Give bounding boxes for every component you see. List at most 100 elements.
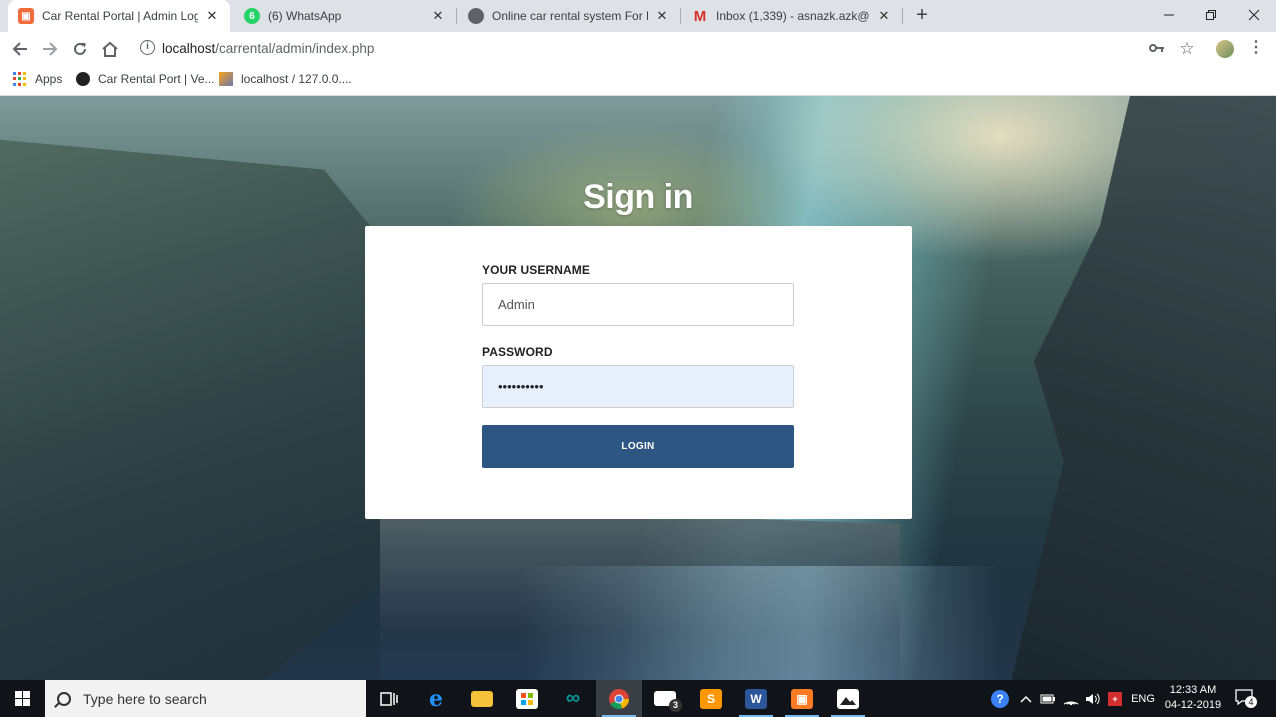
- bookmark-label: localhost / 127.0.0....: [241, 72, 352, 86]
- tab-separator: [902, 8, 903, 24]
- windows-taskbar: Type here to search e ∞ 3 S W ▣ ? + ENG …: [0, 680, 1276, 717]
- xampp-icon: ▣: [791, 688, 813, 709]
- url-text: localhost/carrental/admin/index.php: [162, 41, 374, 56]
- taskbar-photos[interactable]: [825, 680, 871, 717]
- store-bag-icon: [516, 688, 538, 709]
- minimize-icon: [1163, 14, 1174, 16]
- taskbar-clock[interactable]: 12:33 AM 04-12-2019: [1160, 683, 1226, 713]
- xampp-icon: ▣: [18, 8, 34, 24]
- bookmark-car-rental[interactable]: Car Rental Port | Ve...: [76, 72, 215, 86]
- password-field[interactable]: [482, 365, 794, 408]
- tab-separator: [680, 8, 681, 24]
- chevron-up-icon: [1020, 695, 1032, 703]
- reload-button[interactable]: [68, 37, 92, 61]
- whatsapp-badge: 6: [249, 10, 255, 22]
- close-tab-icon[interactable]: ✕: [430, 8, 446, 24]
- forward-button[interactable]: [38, 37, 62, 61]
- taskbar-word[interactable]: W: [733, 680, 779, 717]
- close-tab-icon[interactable]: ✕: [876, 8, 892, 24]
- new-tab-button[interactable]: +: [910, 4, 934, 28]
- chrome-menu-icon[interactable]: ⋮: [1247, 38, 1265, 60]
- key-icon[interactable]: [1148, 40, 1166, 58]
- tab-title: (6) WhatsApp: [268, 9, 342, 23]
- key-icon-shape: [1149, 44, 1164, 52]
- reload-icon: [74, 42, 86, 55]
- apps-grid-icon: [13, 72, 27, 86]
- username-field[interactable]: [482, 283, 794, 326]
- password-label: PASSWORD: [482, 345, 553, 359]
- taskbar-edge[interactable]: e: [413, 680, 459, 717]
- restore-button[interactable]: [1188, 0, 1233, 30]
- taskbar-chrome[interactable]: [596, 680, 642, 717]
- home-icon: [102, 41, 118, 57]
- url-path: /carrental/admin/index.php: [215, 41, 375, 56]
- photos-icon: [837, 688, 859, 709]
- start-button[interactable]: [0, 680, 45, 717]
- home-button[interactable]: [98, 37, 122, 61]
- notification-count: 4: [1245, 696, 1257, 708]
- close-window-button[interactable]: [1231, 0, 1276, 30]
- task-view-icon: [380, 691, 398, 706]
- bookmark-label: Car Rental Port | Ve...: [98, 72, 215, 86]
- profile-avatar[interactable]: [1216, 40, 1234, 58]
- task-view-button[interactable]: [366, 680, 412, 717]
- volume-icon: [1086, 693, 1100, 704]
- background-lake: [520, 566, 1000, 680]
- close-icon: [1248, 9, 1259, 21]
- help-tray-icon[interactable]: ?: [988, 680, 1012, 717]
- login-card: YOUR USERNAME PASSWORD LOGIN: [365, 226, 912, 519]
- word-icon: W: [745, 688, 767, 709]
- taskbar-search[interactable]: Type here to search: [45, 680, 366, 717]
- taskbar-file-explorer[interactable]: [459, 680, 505, 717]
- bookmark-apps[interactable]: Apps: [13, 72, 62, 86]
- bookmark-localhost[interactable]: localhost / 127.0.0....: [219, 72, 352, 86]
- search-icon: [57, 691, 71, 706]
- tab-online-car-rental[interactable]: Online car rental system For Fina ✕: [458, 0, 680, 32]
- tab-car-rental[interactable]: ▣ Car Rental Portal | Admin Login ✕: [8, 0, 230, 32]
- taskbar-xampp[interactable]: ▣: [779, 680, 825, 717]
- wifi-tray[interactable]: [1061, 680, 1081, 717]
- language-indicator[interactable]: ENG: [1128, 680, 1158, 717]
- close-tab-icon[interactable]: ✕: [654, 8, 670, 24]
- username-label: YOUR USERNAME: [482, 263, 590, 277]
- mail-icon: 3: [654, 691, 682, 712]
- windows-logo-icon: [15, 691, 30, 706]
- gmail-icon: M: [693, 7, 707, 25]
- clock-time: 12:33 AM: [1169, 684, 1217, 696]
- site-info-icon[interactable]: i: [140, 40, 155, 55]
- minimize-button[interactable]: [1146, 0, 1191, 30]
- show-hidden-icons[interactable]: [1016, 680, 1036, 717]
- taskbar-mail[interactable]: 3: [642, 680, 688, 717]
- tab-title: Inbox (1,339) - asnazk.azk@gma: [716, 9, 870, 23]
- tab-strip: ▣ Car Rental Portal | Admin Login ✕ 6 (6…: [0, 0, 1276, 32]
- login-button[interactable]: LOGIN: [482, 425, 794, 468]
- tab-gmail-inbox[interactable]: M Inbox (1,339) - asnazk.azk@gma ✕: [682, 0, 902, 32]
- taskbar-arduino[interactable]: ∞: [550, 680, 596, 717]
- globe-icon: [468, 8, 484, 24]
- help-icon: ?: [991, 689, 1009, 708]
- battery-tray[interactable]: [1038, 680, 1058, 717]
- search-placeholder: Type here to search: [83, 690, 207, 707]
- tab-title: Online car rental system For Fina: [492, 9, 648, 23]
- battery-icon: [1040, 694, 1055, 703]
- restore-icon: [1205, 10, 1216, 20]
- phpmyadmin-icon: [219, 72, 233, 86]
- mail-badge: 3: [669, 699, 682, 712]
- action-center-button[interactable]: 4: [1234, 688, 1257, 708]
- back-button[interactable]: [8, 37, 32, 61]
- browser-toolbar: i localhost/carrental/admin/index.php ☆ …: [0, 32, 1276, 66]
- sublime-text-icon: S: [700, 688, 722, 709]
- taskbar-sublime[interactable]: S: [688, 680, 734, 717]
- taskbar-store[interactable]: [504, 680, 550, 717]
- bookmark-label: Apps: [35, 72, 63, 86]
- bookmark-star-icon[interactable]: ☆: [1178, 40, 1196, 58]
- tab-whatsapp[interactable]: 6 (6) WhatsApp ✕: [234, 0, 456, 32]
- address-bar[interactable]: i localhost/carrental/admin/index.php ☆: [130, 34, 1242, 62]
- volume-tray[interactable]: [1083, 680, 1103, 717]
- antivirus-tray[interactable]: +: [1105, 680, 1125, 717]
- clock-date: 04-12-2019: [1164, 699, 1222, 711]
- chrome-icon: [609, 688, 629, 709]
- arrow-right-icon: [43, 42, 58, 56]
- mountain-icon: [840, 696, 856, 705]
- close-tab-icon[interactable]: ✕: [204, 8, 220, 24]
